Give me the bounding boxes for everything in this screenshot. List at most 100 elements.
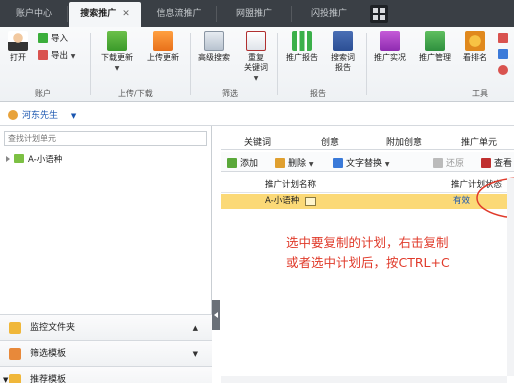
- cell-plan-status: 有效: [453, 196, 471, 206]
- group-divider: [277, 33, 278, 95]
- template-folder-icon: [9, 374, 21, 383]
- panel-label: 筛选模板: [30, 349, 67, 359]
- duplicate-label-1: 重复: [248, 53, 264, 62]
- cell-plan-name: A-小语种: [265, 196, 300, 206]
- promotion-manage-button[interactable]: 推广管理: [415, 31, 455, 63]
- group-divider: [90, 33, 91, 95]
- tab-network-promotion[interactable]: 网盟推广: [218, 2, 290, 27]
- restore-label: 还原: [446, 159, 465, 169]
- magnifier-icon: [204, 31, 224, 51]
- delete-label: 删除: [288, 159, 307, 169]
- subtab-extra-creative[interactable]: 附加创意: [386, 135, 422, 148]
- tab-label: 信息流推广: [156, 9, 202, 19]
- text-replace-label: 文字替换: [346, 159, 383, 169]
- download-arrow-icon: [107, 31, 127, 51]
- view-button[interactable]: 查看: [481, 156, 512, 169]
- export-button[interactable]: 导出 ▼: [38, 50, 75, 63]
- ribbon-toolbar: 打开 导入 导出 ▼ 账户 下载更新 ▼ 上传更新 上传/下载 高级搜索 重复 关…: [0, 27, 514, 102]
- tree-item-plan[interactable]: A-小语种: [6, 153, 62, 165]
- delete-button[interactable]: 删除 ▼: [275, 156, 314, 169]
- export-label: 导出: [51, 51, 69, 61]
- import-button[interactable]: 导入: [38, 33, 68, 45]
- promotion-report-label: 推广报告: [286, 53, 318, 62]
- chevron-down-icon[interactable]: ▼: [193, 341, 198, 367]
- download-update-button[interactable]: 下载更新 ▼: [96, 31, 138, 74]
- tab-label: 网盟推广: [235, 9, 272, 19]
- search-report-label-2: 报告: [335, 63, 351, 72]
- add-button[interactable]: 添加: [227, 156, 258, 169]
- group-label-report: 报告: [310, 89, 326, 98]
- subtab-creative[interactable]: 创意: [321, 135, 339, 148]
- tab-close-icon[interactable]: ✕: [122, 9, 130, 19]
- group-label-updown: 上传/下载: [118, 89, 153, 98]
- group-divider: [366, 33, 367, 95]
- chevron-down-icon[interactable]: ▼: [71, 112, 76, 120]
- upload-label: 上传更新: [147, 53, 179, 62]
- tab-search-promotion[interactable]: 搜索推广 ✕: [69, 2, 141, 27]
- sub-tab-bar: 关键词 创意 附加创意 推广单元: [221, 132, 514, 150]
- replace-icon: [333, 158, 343, 168]
- annotation-line-1: 选中要复制的计划，右击复制: [286, 235, 449, 250]
- duplicate-docs-icon: [246, 31, 266, 51]
- group-label-filter: 筛选: [222, 89, 238, 98]
- user-avatar-icon: [8, 110, 18, 120]
- account-bar: 河东先生 ▼: [0, 102, 514, 126]
- account-name: 河东先生: [22, 111, 59, 121]
- view-ranking-label: 看排名: [463, 53, 487, 62]
- view-label: 查看: [494, 159, 513, 169]
- delete-icon: [275, 158, 285, 168]
- folder-icon: [9, 322, 21, 334]
- top-tab-bar: 账户中心 搜索推广 ✕ 信息流推广 网盟推广 闪投推广: [0, 0, 514, 27]
- ranking-badge-icon: [465, 31, 485, 51]
- upload-arrow-icon: [153, 31, 173, 51]
- duplicate-keywords-button[interactable]: 重复 关键词 ▼: [239, 31, 273, 84]
- vertical-scrollbar[interactable]: [507, 178, 514, 376]
- upload-update-button[interactable]: 上传更新: [142, 31, 184, 63]
- view-ranking-button[interactable]: 看排名: [458, 31, 492, 63]
- more-list-icon[interactable]: [498, 49, 508, 59]
- account-selector[interactable]: 河东先生 ▼: [8, 108, 76, 121]
- subtab-keywords[interactable]: 关键词: [244, 135, 271, 148]
- gear-settings-icon: [425, 31, 445, 51]
- expand-down-icon[interactable]: ▼: [3, 367, 8, 383]
- expand-arrow-icon[interactable]: [6, 156, 10, 162]
- promotion-report-button[interactable]: 推广报告: [282, 31, 322, 63]
- promotion-live-button[interactable]: 推广实况: [370, 31, 410, 63]
- subtab-ad-group[interactable]: 推广单元: [461, 135, 497, 148]
- collapse-panel-handle[interactable]: [212, 300, 220, 330]
- duplicate-label-2: 关键词: [244, 63, 268, 72]
- column-plan-name[interactable]: 推广计划名称: [265, 178, 316, 193]
- group-label-tools: 工具: [472, 89, 488, 98]
- tab-label: 搜索推广: [80, 9, 117, 19]
- export-icon: [38, 50, 48, 60]
- search-term-report-button[interactable]: 搜索词 报告: [326, 31, 360, 73]
- plan-search-input[interactable]: [4, 131, 207, 146]
- group-divider: [190, 33, 191, 95]
- tree-item-label: A-小语种: [28, 155, 63, 165]
- search-report-label-1: 搜索词: [331, 53, 355, 62]
- advanced-search-button[interactable]: 高级搜索: [194, 31, 234, 63]
- panel-monitor-folder[interactable]: 监控文件夹 ▲: [0, 314, 212, 340]
- more-chart-icon[interactable]: [498, 33, 508, 43]
- edit-note-icon[interactable]: [305, 197, 316, 206]
- advanced-search-label: 高级搜索: [198, 53, 230, 62]
- filter-template-icon: [9, 348, 21, 360]
- tab-account-center[interactable]: 账户中心: [2, 2, 66, 27]
- horizontal-scrollbar[interactable]: [221, 376, 507, 383]
- panel-filter-template[interactable]: 筛选模板 ▼: [0, 340, 212, 366]
- tab-divider: [291, 6, 292, 22]
- user-icon: [8, 31, 28, 51]
- import-label: 导入: [51, 34, 69, 44]
- tab-flash-promotion[interactable]: 闪投推广: [293, 2, 365, 27]
- download-label: 下载更新: [101, 53, 133, 62]
- grid-menu-icon[interactable]: [370, 5, 388, 23]
- promotion-live-label: 推广实况: [374, 53, 406, 62]
- tab-label: 账户中心: [15, 9, 52, 19]
- tab-feed-promotion[interactable]: 信息流推广: [143, 2, 215, 27]
- text-replace-button[interactable]: 文字替换 ▼: [333, 156, 390, 169]
- more-add-icon[interactable]: [498, 65, 508, 75]
- open-button[interactable]: 打开: [6, 31, 30, 63]
- restore-button[interactable]: 还原: [433, 156, 464, 169]
- panel-recommend-template[interactable]: ▼ 推荐模板: [0, 366, 212, 383]
- chevron-up-icon[interactable]: ▲: [193, 315, 198, 341]
